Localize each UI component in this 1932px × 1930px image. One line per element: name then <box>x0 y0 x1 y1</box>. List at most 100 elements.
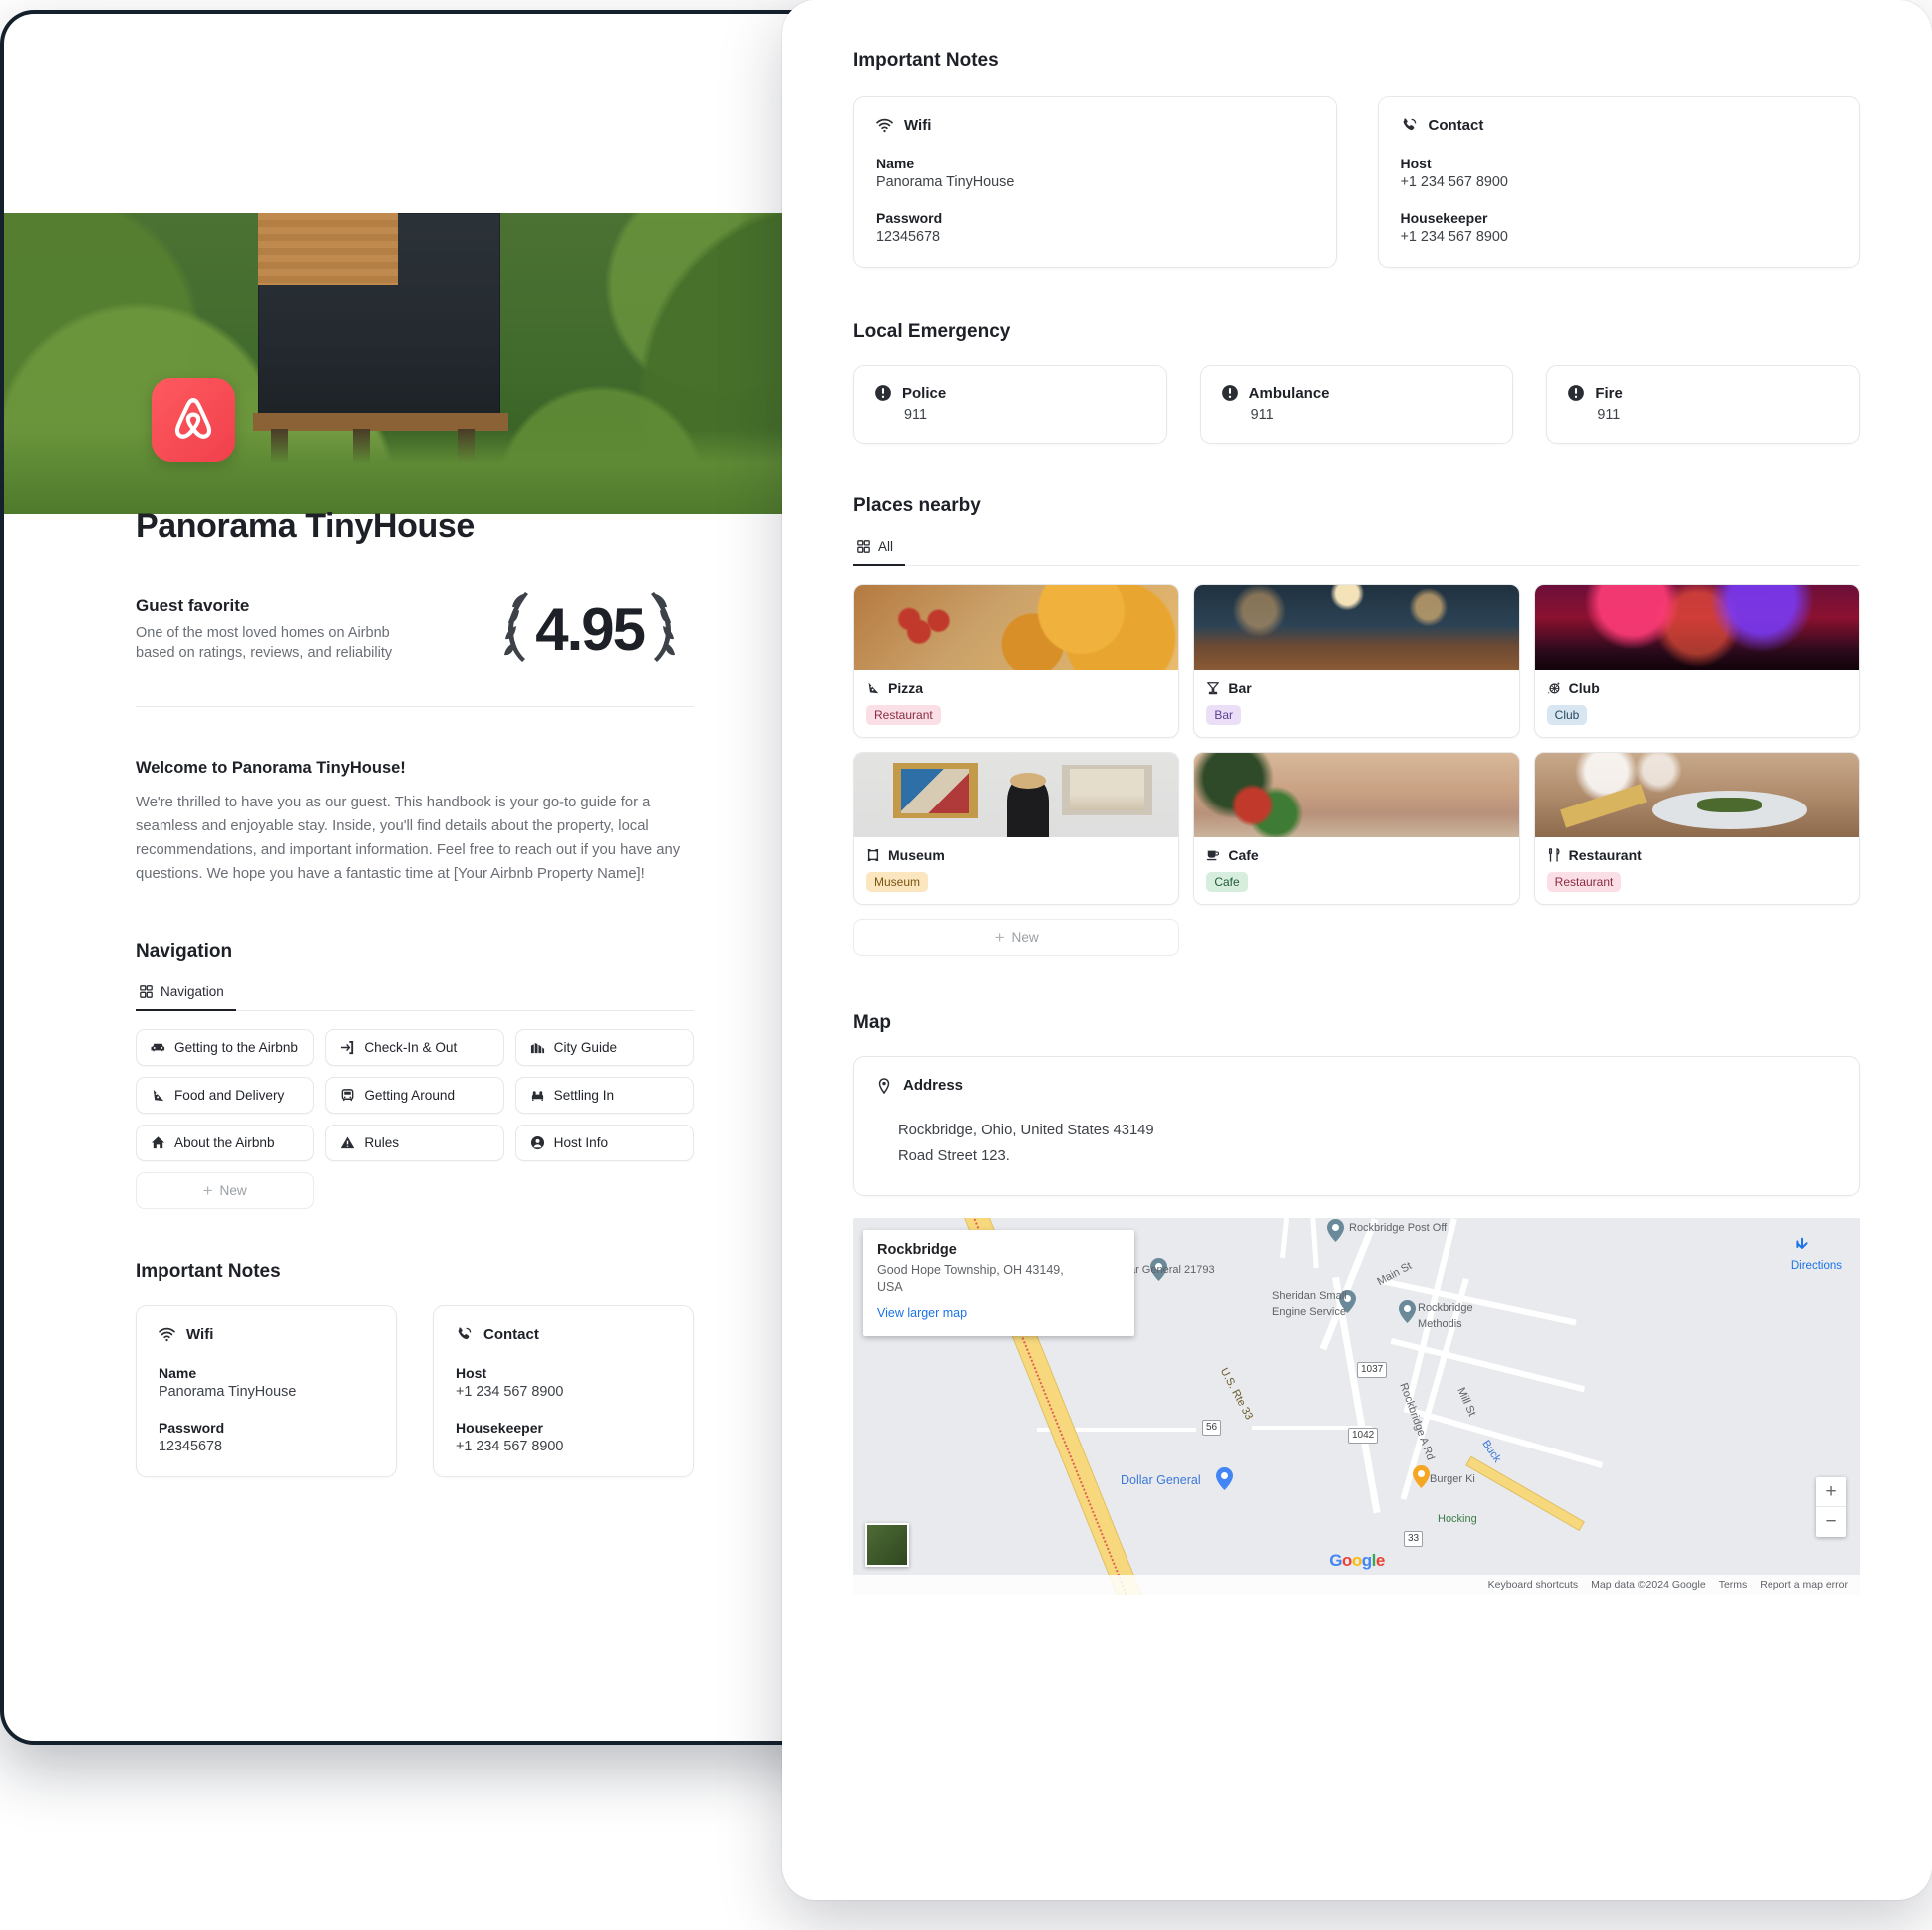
map-keyboard-shortcuts[interactable]: Keyboard shortcuts <box>1488 1579 1578 1591</box>
left-content: Panorama TinyHouse Guest favorite One of… <box>136 507 694 1477</box>
place-image-museum <box>854 753 1179 837</box>
map-label: Burger Ki <box>1430 1473 1475 1485</box>
nav-item-getting-around[interactable]: Getting Around <box>325 1077 504 1114</box>
emergency-card-header: Police <box>874 384 1146 402</box>
place-card-cafe[interactable]: Cafe Cafe <box>1193 752 1520 905</box>
rating-value: 4.95 <box>535 595 646 663</box>
guest-favorite-text: Guest favorite One of the most loved hom… <box>136 596 395 663</box>
home-icon <box>151 1136 165 1149</box>
museum-visitor-head <box>1010 773 1046 789</box>
tab-all[interactable]: All <box>853 535 906 566</box>
directions-button[interactable]: Directions <box>1791 1236 1842 1272</box>
map-zoom-out-button[interactable]: − <box>1816 1507 1846 1537</box>
hero-cabin-wood <box>258 213 398 285</box>
right-wifi-name-label: Name <box>876 156 915 171</box>
map-label: Hocking <box>1438 1513 1477 1525</box>
nav-item-rules[interactable]: Rules <box>325 1125 504 1161</box>
map-street-view-thumbnail[interactable] <box>865 1523 909 1567</box>
contact-card-title: Contact <box>483 1326 539 1343</box>
airbnb-logo-badge <box>152 378 235 462</box>
place-badge: Restaurant <box>1546 872 1622 892</box>
nav-item-label: Check-In & Out <box>364 1040 458 1055</box>
map-report-error-link[interactable]: Report a map error <box>1760 1579 1848 1591</box>
map-zoom-in-button[interactable]: + <box>1816 1477 1846 1507</box>
directions-label: Directions <box>1790 1260 1842 1272</box>
place-body-pizza: Pizza Restaurant <box>854 670 1178 737</box>
view-larger-map-link[interactable]: View larger map <box>877 1306 967 1320</box>
place-card-pizza[interactable]: Pizza Restaurant <box>853 584 1180 738</box>
right-device-frame: Important Notes Wifi Name Panorama TinyH… <box>782 0 1932 1900</box>
map-heading: Map <box>853 1012 891 1033</box>
directions-icon <box>1796 1237 1808 1249</box>
wifi-password-value: 12345678 <box>159 1439 223 1454</box>
guest-favorite-subtitle: One of the most loved homes on Airbnb ba… <box>136 624 393 661</box>
place-name: Museum <box>888 847 945 863</box>
place-name: Pizza <box>888 680 924 696</box>
map-data-attribution: Map data ©2024 Google <box>1591 1579 1706 1591</box>
welcome-heading: Welcome to Panorama TinyHouse! <box>136 759 406 777</box>
emergency-label: Ambulance <box>1248 384 1330 402</box>
wifi-name-value: Panorama TinyHouse <box>159 1384 297 1400</box>
contact-host-value: +1 234 567 8900 <box>456 1384 564 1400</box>
places-new-label: New <box>1011 930 1039 945</box>
wifi-icon <box>159 1327 175 1342</box>
emergency-label: Fire <box>1595 384 1623 402</box>
place-body-restaurant: Restaurant Restaurant <box>1535 837 1859 904</box>
tab-navigation[interactable]: Navigation <box>136 980 236 1011</box>
place-card-bar[interactable]: Bar Bar <box>1193 584 1520 738</box>
nav-item-label: City Guide <box>553 1040 618 1055</box>
place-image-pizza <box>854 585 1179 670</box>
place-card-restaurant[interactable]: Restaurant Restaurant <box>1533 752 1860 905</box>
important-notes-cards: Wifi Name Panorama TinyHouse Password 12… <box>136 1305 694 1477</box>
nav-item-check-in-out[interactable]: Check-In & Out <box>325 1029 504 1066</box>
right-contact-card-header: Contact <box>1401 117 1838 134</box>
phone-call-icon <box>1403 118 1416 131</box>
emergency-card-fire: Fire 911 <box>1546 365 1860 444</box>
contact-housekeeper-value: +1 234 567 8900 <box>456 1439 564 1454</box>
nav-item-about-the-airbnb[interactable]: About the Airbnb <box>136 1125 315 1161</box>
map-zoom-controls[interactable]: + − <box>1816 1477 1846 1537</box>
place-name-row: Museum <box>866 847 1166 863</box>
navigation-heading: Navigation <box>136 941 233 962</box>
place-card-museum[interactable]: Museum Museum <box>853 752 1180 905</box>
place-name: Restaurant <box>1568 847 1642 863</box>
coffee-icon <box>1207 850 1220 861</box>
place-badge: Club <box>1546 705 1588 725</box>
map-terms-link[interactable]: Terms <box>1719 1579 1748 1591</box>
address-line-2: Road Street 123. <box>898 1148 1010 1164</box>
address-card-header: Address <box>876 1077 1837 1094</box>
contact-card: Contact Host +1 234 567 8900 Housekeeper… <box>433 1305 694 1477</box>
nav-item-host-info[interactable]: Host Info <box>514 1125 694 1161</box>
navigation-new-button[interactable]: + New <box>136 1172 315 1209</box>
place-name-row: Bar <box>1206 680 1506 696</box>
plus-icon: + <box>202 1181 213 1200</box>
emergency-card-ambulance: Ambulance 911 <box>1199 365 1514 444</box>
city-icon <box>530 1042 544 1054</box>
emergency-label: Police <box>902 384 947 402</box>
place-image-club <box>1534 585 1859 670</box>
nav-item-settling-in[interactable]: Settling In <box>514 1077 694 1114</box>
alert-circle-icon <box>875 385 891 401</box>
screenshot-stage: Panorama TinyHouse Guest favorite One of… <box>0 0 1932 1930</box>
nav-item-getting-to-the-airbnb[interactable]: Getting to the Airbnb <box>136 1029 315 1066</box>
contact-card-header: Contact <box>456 1326 671 1343</box>
place-image-cafe <box>1194 753 1519 837</box>
restaurant-bread <box>1559 784 1647 828</box>
contact-housekeeper-label: Housekeeper <box>456 1420 543 1436</box>
disco-ball-icon <box>1547 682 1560 694</box>
place-name: Cafe <box>1228 847 1259 863</box>
places-new-button[interactable]: + New <box>853 919 1180 956</box>
nav-item-label: Rules <box>364 1135 400 1150</box>
place-card-club[interactable]: Club Club <box>1533 584 1860 738</box>
nav-item-city-guide[interactable]: City Guide <box>514 1029 694 1066</box>
nav-item-label: Host Info <box>553 1135 609 1150</box>
person-circle-icon <box>530 1135 544 1150</box>
map-route-shield: 1037 <box>1357 1362 1388 1378</box>
google-map[interactable]: Rockbridge Post Off Main St Dollar Gener… <box>853 1218 1860 1595</box>
guest-favorite-title: Guest favorite <box>136 595 250 615</box>
pizza-icon <box>153 1089 164 1102</box>
place-image-restaurant <box>1534 753 1859 837</box>
nav-item-food-and-delivery[interactable]: Food and Delivery <box>136 1077 315 1114</box>
map-info-title: Rockbridge <box>877 1242 957 1258</box>
map-label: Rockbridge Post Off <box>1349 1222 1448 1234</box>
